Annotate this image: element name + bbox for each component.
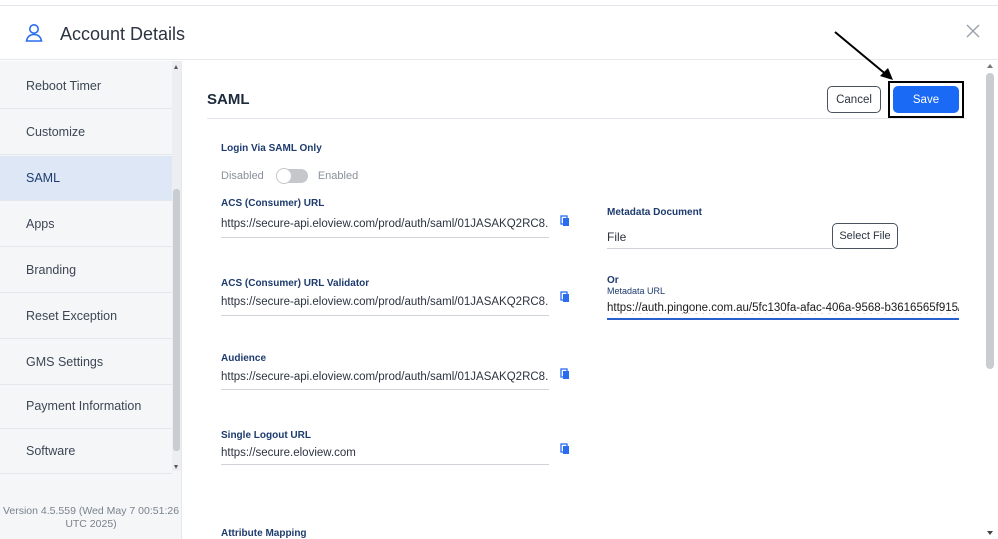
scroll-up-icon[interactable] [987, 64, 993, 68]
version-info: Version 4.5.559 (Wed May 7 00:51:26 UTC … [0, 505, 182, 531]
scroll-down-icon[interactable] [174, 465, 178, 469]
sidebar-item-label: Reboot Timer [26, 79, 102, 93]
login-saml-only-toggle[interactable] [275, 168, 308, 184]
attribute-mapping-label: Attribute Mapping [221, 528, 307, 539]
single-logout-url-label: Single Logout URL [221, 430, 311, 441]
dialog-title: Account Details [60, 24, 186, 44]
annotation-arrow-icon [834, 31, 893, 80]
sidebar-scrollbar-thumb[interactable] [173, 189, 180, 451]
toggle-on-label: Enabled [317, 170, 359, 182]
scroll-up-icon[interactable] [174, 65, 178, 69]
sidebar-item-label: Customize [26, 125, 86, 139]
select-file-button[interactable]: Select File [832, 223, 898, 249]
acs-url-field[interactable]: https://secure-api.eloview.com/prod/auth… [221, 218, 549, 230]
acs-url-underline [221, 237, 549, 238]
sidebar-item-label: Apps [26, 217, 55, 231]
toggle-off-label: Disabled [221, 170, 264, 182]
metadata-url-label: Metadata URL [607, 286, 666, 296]
header-divider [207, 118, 967, 119]
audience-underline [221, 389, 549, 390]
copy-icon[interactable] [560, 215, 570, 227]
copy-icon[interactable] [560, 443, 570, 455]
metadata-url-underline [607, 318, 959, 320]
sidebar-item-label: SAML [26, 171, 61, 185]
sidebar-item-reboot-timer[interactable]: Reboot Timer [0, 64, 172, 109]
metadata-url-field[interactable]: https://auth.pingone.com.au/5fc130fa-afa… [607, 302, 959, 314]
metadata-file-field[interactable]: File [607, 230, 827, 244]
audience-field[interactable]: https://secure-api.eloview.com/prod/auth… [221, 371, 549, 383]
acs-url-validator-underline [221, 315, 549, 316]
metadata-file-underline [607, 248, 832, 249]
metadata-document-label: Metadata Document [607, 207, 703, 218]
copy-icon[interactable] [560, 368, 570, 380]
sidebar-item-label: Payment Information [26, 399, 142, 413]
main-scrollbar[interactable] [983, 61, 998, 539]
sidebar-item-payment-information[interactable]: Payment Information [0, 384, 172, 429]
sidebar-item-apps[interactable]: Apps [0, 202, 172, 247]
acs-url-label: ACS (Consumer) URL [221, 198, 325, 209]
audience-label: Audience [221, 353, 267, 364]
scroll-down-icon[interactable] [987, 531, 993, 535]
acs-url-validator-label: ACS (Consumer) URL Validator [221, 278, 370, 289]
version-line: UTC 2025) [65, 518, 117, 530]
sidebar-item-label: Branding [26, 263, 77, 277]
cancel-button[interactable]: Cancel [827, 86, 881, 113]
main-scrollbar-thumb[interactable] [986, 73, 994, 369]
sidebar-item-reset-exception[interactable]: Reset Exception [0, 294, 172, 339]
sidebar-scrollbar[interactable] [172, 61, 181, 471]
sidebar-item-gms-settings[interactable]: GMS Settings [0, 340, 172, 385]
sidebar-item-software[interactable]: Software [0, 429, 172, 474]
sidebar: Reboot Timer Customize SAML Apps Brandin… [0, 61, 182, 539]
or-label: Or [607, 275, 619, 286]
user-icon [25, 24, 43, 42]
single-logout-url-underline [221, 464, 549, 465]
single-logout-url-field[interactable]: https://secure.eloview.com [221, 447, 549, 459]
sidebar-item-label: Software [26, 444, 76, 458]
login-saml-only-toggle-group: Disabled Enabled [221, 168, 359, 184]
login-saml-only-label: Login Via SAML Only [221, 143, 322, 154]
toggle-knob [275, 168, 292, 184]
main-panel: SAML Cancel Save Login Via SAML Only Dis… [183, 61, 983, 539]
sidebar-item-label: Reset Exception [26, 309, 118, 323]
version-line: Version 4.5.559 (Wed May 7 00:51:26 [2, 505, 180, 517]
close-icon[interactable] [962, 20, 984, 42]
acs-url-validator-field[interactable]: https://secure-api.eloview.com/prod/auth… [221, 296, 549, 308]
sidebar-item-saml[interactable]: SAML [0, 156, 172, 201]
copy-icon[interactable] [560, 291, 570, 303]
sidebar-item-label: GMS Settings [26, 355, 104, 369]
sidebar-item-branding[interactable]: Branding [0, 248, 172, 293]
section-title: SAML [207, 91, 250, 108]
save-button[interactable]: Save [893, 86, 959, 113]
sidebar-item-customize[interactable]: Customize [0, 110, 172, 155]
